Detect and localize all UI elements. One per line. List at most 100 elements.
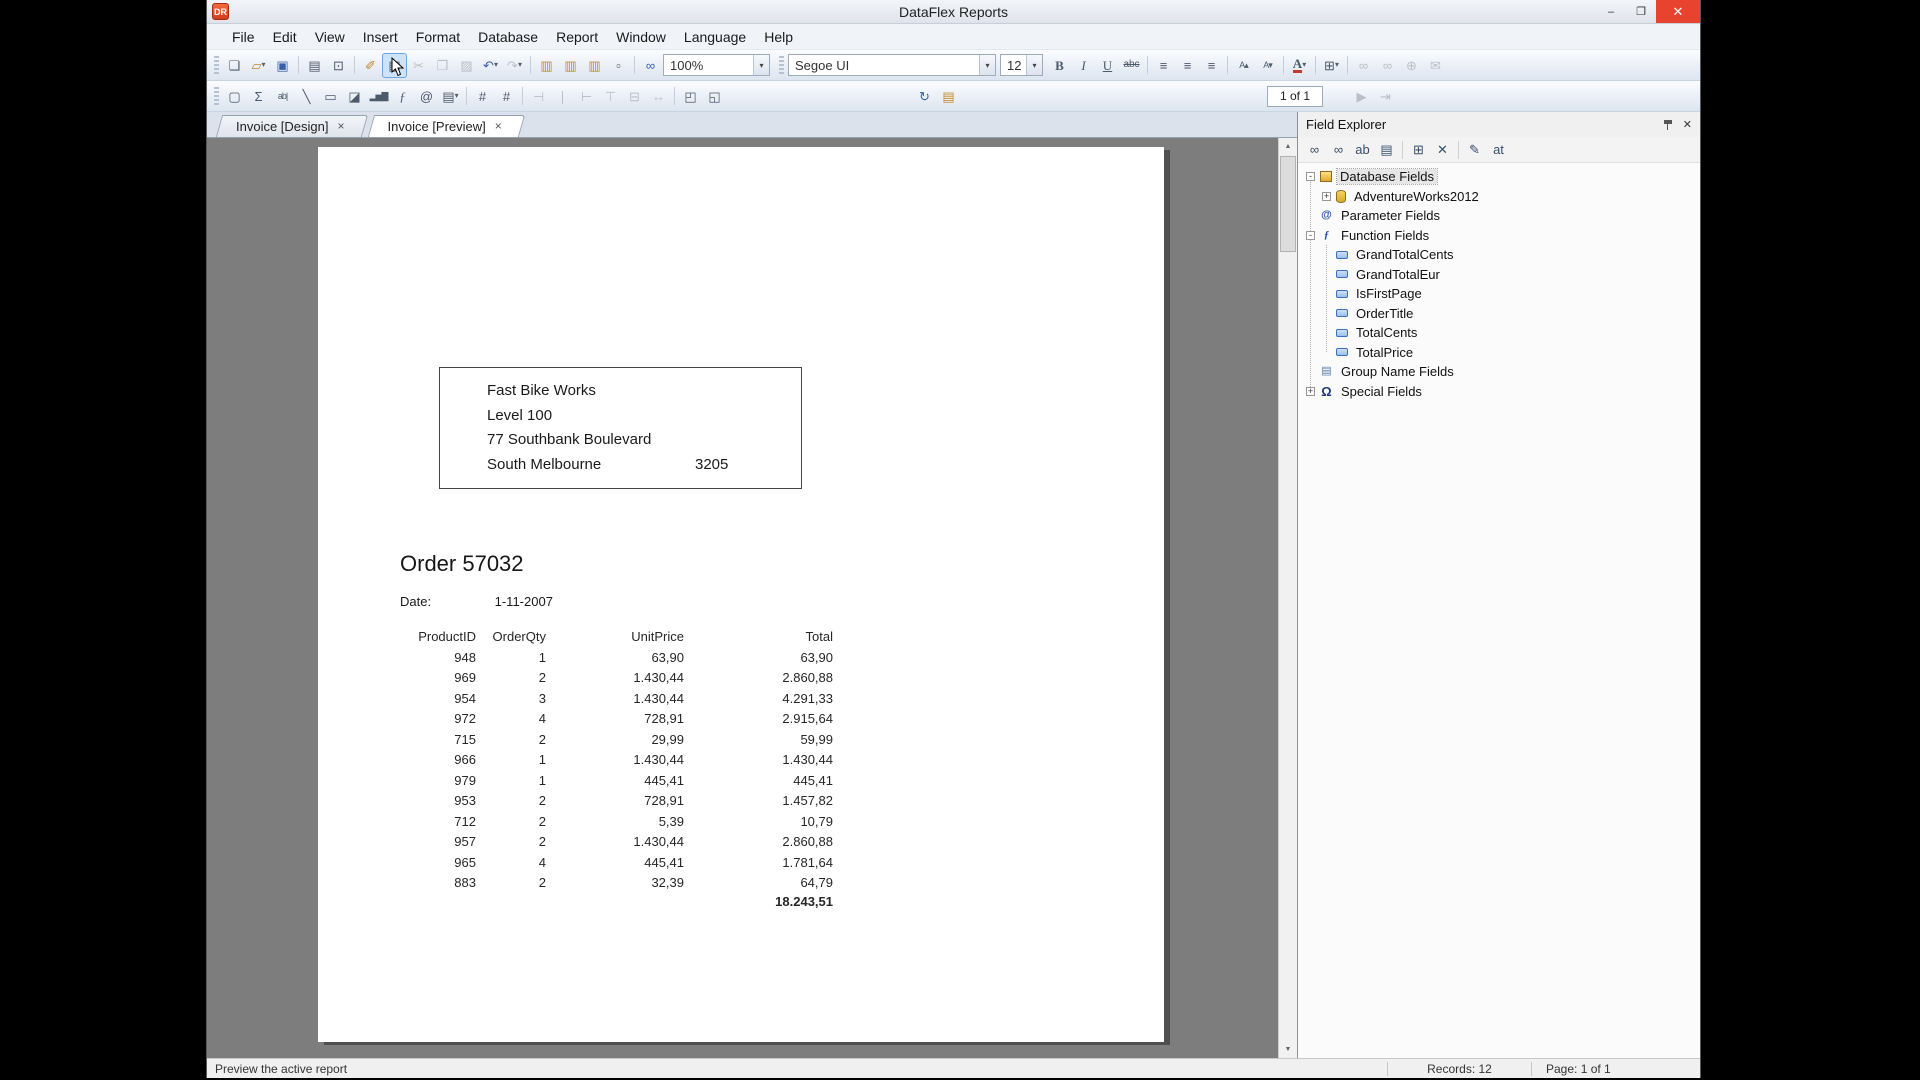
browse-data-icon[interactable]: ▤ — [1375, 138, 1398, 161]
text-object-icon[interactable]: ab| — [271, 85, 294, 108]
tree-item-adventureworks2012[interactable]: + AdventureWorks2012 — [1298, 187, 1700, 207]
toolbar-separator[interactable] — [671, 85, 678, 108]
close-tab-icon[interactable]: × — [495, 119, 502, 133]
toolbar-separator[interactable] — [463, 85, 470, 108]
tree-item-grandtotaleur[interactable]: GrandTotalEur — [1298, 265, 1700, 285]
font-color-icon[interactable]: A▾ — [1288, 54, 1311, 77]
align-centers-icon[interactable]: ∣ — [551, 85, 574, 108]
tree-item-totalcents[interactable]: TotalCents — [1298, 323, 1700, 343]
expression-icon[interactable]: at — [1487, 138, 1510, 161]
close-panel-icon[interactable]: ✕ — [1683, 118, 1692, 131]
menu-insert[interactable]: Insert — [354, 26, 407, 48]
scroll-up-icon[interactable]: ▲ — [1279, 138, 1297, 155]
print-icon[interactable]: ▤ — [303, 54, 326, 77]
page-setup-icon[interactable]: ▫ — [607, 54, 630, 77]
underline-icon[interactable]: U — [1096, 54, 1119, 77]
toolbar-separator[interactable] — [1455, 138, 1462, 161]
menu-view[interactable]: View — [306, 26, 354, 48]
line-icon[interactable]: ╲ — [295, 85, 318, 108]
toolbar-separator[interactable] — [351, 54, 358, 77]
mail-icon[interactable]: ✉ — [1424, 54, 1447, 77]
menu-edit[interactable]: Edit — [264, 26, 306, 48]
toolbar-grip[interactable] — [779, 56, 784, 74]
chart-icon[interactable]: ▂▅▇ — [367, 85, 390, 108]
font-size-combobox[interactable]: 12 ▾ — [1000, 54, 1043, 76]
expand-toggle-icon[interactable]: - — [1306, 231, 1315, 240]
tab-invoice-design[interactable]: Invoice [Design] × — [219, 115, 365, 137]
copy-icon[interactable]: ❐ — [431, 54, 454, 77]
insert-field-icon[interactable]: ⊞ — [1407, 138, 1430, 161]
cut-icon[interactable]: ✂ — [407, 54, 430, 77]
toolbar-separator[interactable] — [1224, 54, 1231, 77]
toolbar-separator[interactable] — [295, 54, 302, 77]
toolbar-separator[interactable] — [1144, 54, 1151, 77]
spacing-icon[interactable]: ↔ — [647, 85, 670, 108]
strikeout-icon[interactable]: abc — [1120, 54, 1143, 77]
expand-toggle-icon[interactable]: + — [1322, 192, 1331, 201]
font-combobox[interactable]: Segoe UI ▾ — [788, 54, 996, 76]
toolbar-grip[interactable] — [214, 87, 219, 105]
italic-icon[interactable]: I — [1072, 54, 1095, 77]
menu-language[interactable]: Language — [675, 26, 755, 48]
rename-field-icon[interactable]: ab — [1351, 138, 1374, 161]
menu-help[interactable]: Help — [755, 26, 802, 48]
toolbar-separator[interactable] — [527, 54, 534, 77]
parameter-icon[interactable]: @ — [415, 85, 438, 108]
tree-item-function-fields[interactable]: - ƒ Function Fields — [1298, 226, 1700, 246]
refresh-report-icon[interactable]: ↻ — [913, 85, 936, 108]
close-tab-icon[interactable]: × — [338, 119, 345, 133]
remove-hyperlink-icon[interactable]: ∞ — [1376, 54, 1399, 77]
grid-icon[interactable]: # — [471, 85, 494, 108]
align-center-icon[interactable]: ≡ — [1176, 54, 1199, 77]
shrink-font-icon[interactable]: A▾ — [1256, 54, 1279, 77]
tree-item-totalprice[interactable]: TotalPrice — [1298, 343, 1700, 363]
tree-item-group-name-fields[interactable]: ▤ Group Name Fields — [1298, 362, 1700, 382]
chevron-down-icon[interactable]: ▾ — [753, 55, 769, 75]
delete-field-icon[interactable]: ✕ — [1431, 138, 1454, 161]
align-rights-icon[interactable]: ⊢ — [575, 85, 598, 108]
tree-item-database-fields[interactable]: - Database Fields — [1298, 167, 1700, 187]
redo-icon[interactable]: ↷▾ — [503, 54, 526, 77]
same-size-icon[interactable]: ⊟ — [623, 85, 646, 108]
open-folder-icon[interactable]: ▱▾ — [247, 54, 270, 77]
save-icon[interactable]: ▣ — [271, 54, 294, 77]
tab-invoice-preview[interactable]: Invoice [Preview] × — [371, 115, 522, 137]
toolbar-separator[interactable] — [1344, 54, 1351, 77]
zoom-combobox[interactable]: 100% ▾ — [663, 54, 770, 76]
find-icon[interactable]: ∞ — [639, 54, 662, 77]
rectangle-icon[interactable]: ▭ — [319, 85, 342, 108]
toolbar-separator[interactable] — [1399, 138, 1406, 161]
undo-icon[interactable]: ↶▾ — [479, 54, 502, 77]
borders-icon[interactable]: ⊞▾ — [1320, 54, 1343, 77]
expand-toggle-icon[interactable]: - — [1306, 172, 1315, 181]
tree-item-special-fields[interactable]: + Ω Special Fields — [1298, 382, 1700, 402]
picture-icon[interactable]: ◪ — [343, 85, 366, 108]
scrollbar-thumb[interactable] — [1280, 156, 1296, 252]
database-location-icon[interactable]: ▥ — [583, 54, 606, 77]
next-page-icon[interactable]: ▶ — [1350, 85, 1373, 108]
function-icon[interactable]: ƒ — [391, 85, 414, 108]
send-back-icon[interactable]: ◱ — [703, 85, 726, 108]
subreport-icon[interactable]: ▤▾ — [439, 85, 462, 108]
align-right-icon[interactable]: ≡ — [1200, 54, 1223, 77]
tree-item-grandtotalcents[interactable]: GrandTotalCents — [1298, 245, 1700, 265]
pin-icon[interactable] — [1663, 119, 1673, 131]
align-left-icon[interactable]: ≡ — [1152, 54, 1175, 77]
database-verify-icon[interactable]: ▥ — [535, 54, 558, 77]
snap-grid-icon[interactable]: # — [495, 85, 518, 108]
new-document-icon[interactable]: ❏ — [223, 54, 246, 77]
tree-item-isfirstpage[interactable]: IsFirstPage — [1298, 284, 1700, 304]
menu-report[interactable]: Report — [547, 26, 607, 48]
bold-icon[interactable]: B — [1048, 54, 1071, 77]
tree-item-ordertitle[interactable]: OrderTitle — [1298, 304, 1700, 324]
restore-button[interactable]: ❐ — [1626, 0, 1656, 23]
print-preview-icon[interactable]: ⊡ — [327, 54, 350, 77]
expand-toggle-icon[interactable]: + — [1306, 387, 1315, 396]
last-page-icon[interactable]: ⇥ — [1374, 85, 1397, 108]
sum-icon[interactable]: Σ — [247, 85, 270, 108]
find-field-icon[interactable]: ∞ — [1303, 138, 1326, 161]
hyperlink-icon[interactable]: ∞ — [1352, 54, 1375, 77]
database-expert-icon[interactable]: ▥ — [559, 54, 582, 77]
chevron-down-icon[interactable]: ▾ — [979, 55, 995, 75]
menu-file[interactable]: File — [223, 26, 264, 48]
